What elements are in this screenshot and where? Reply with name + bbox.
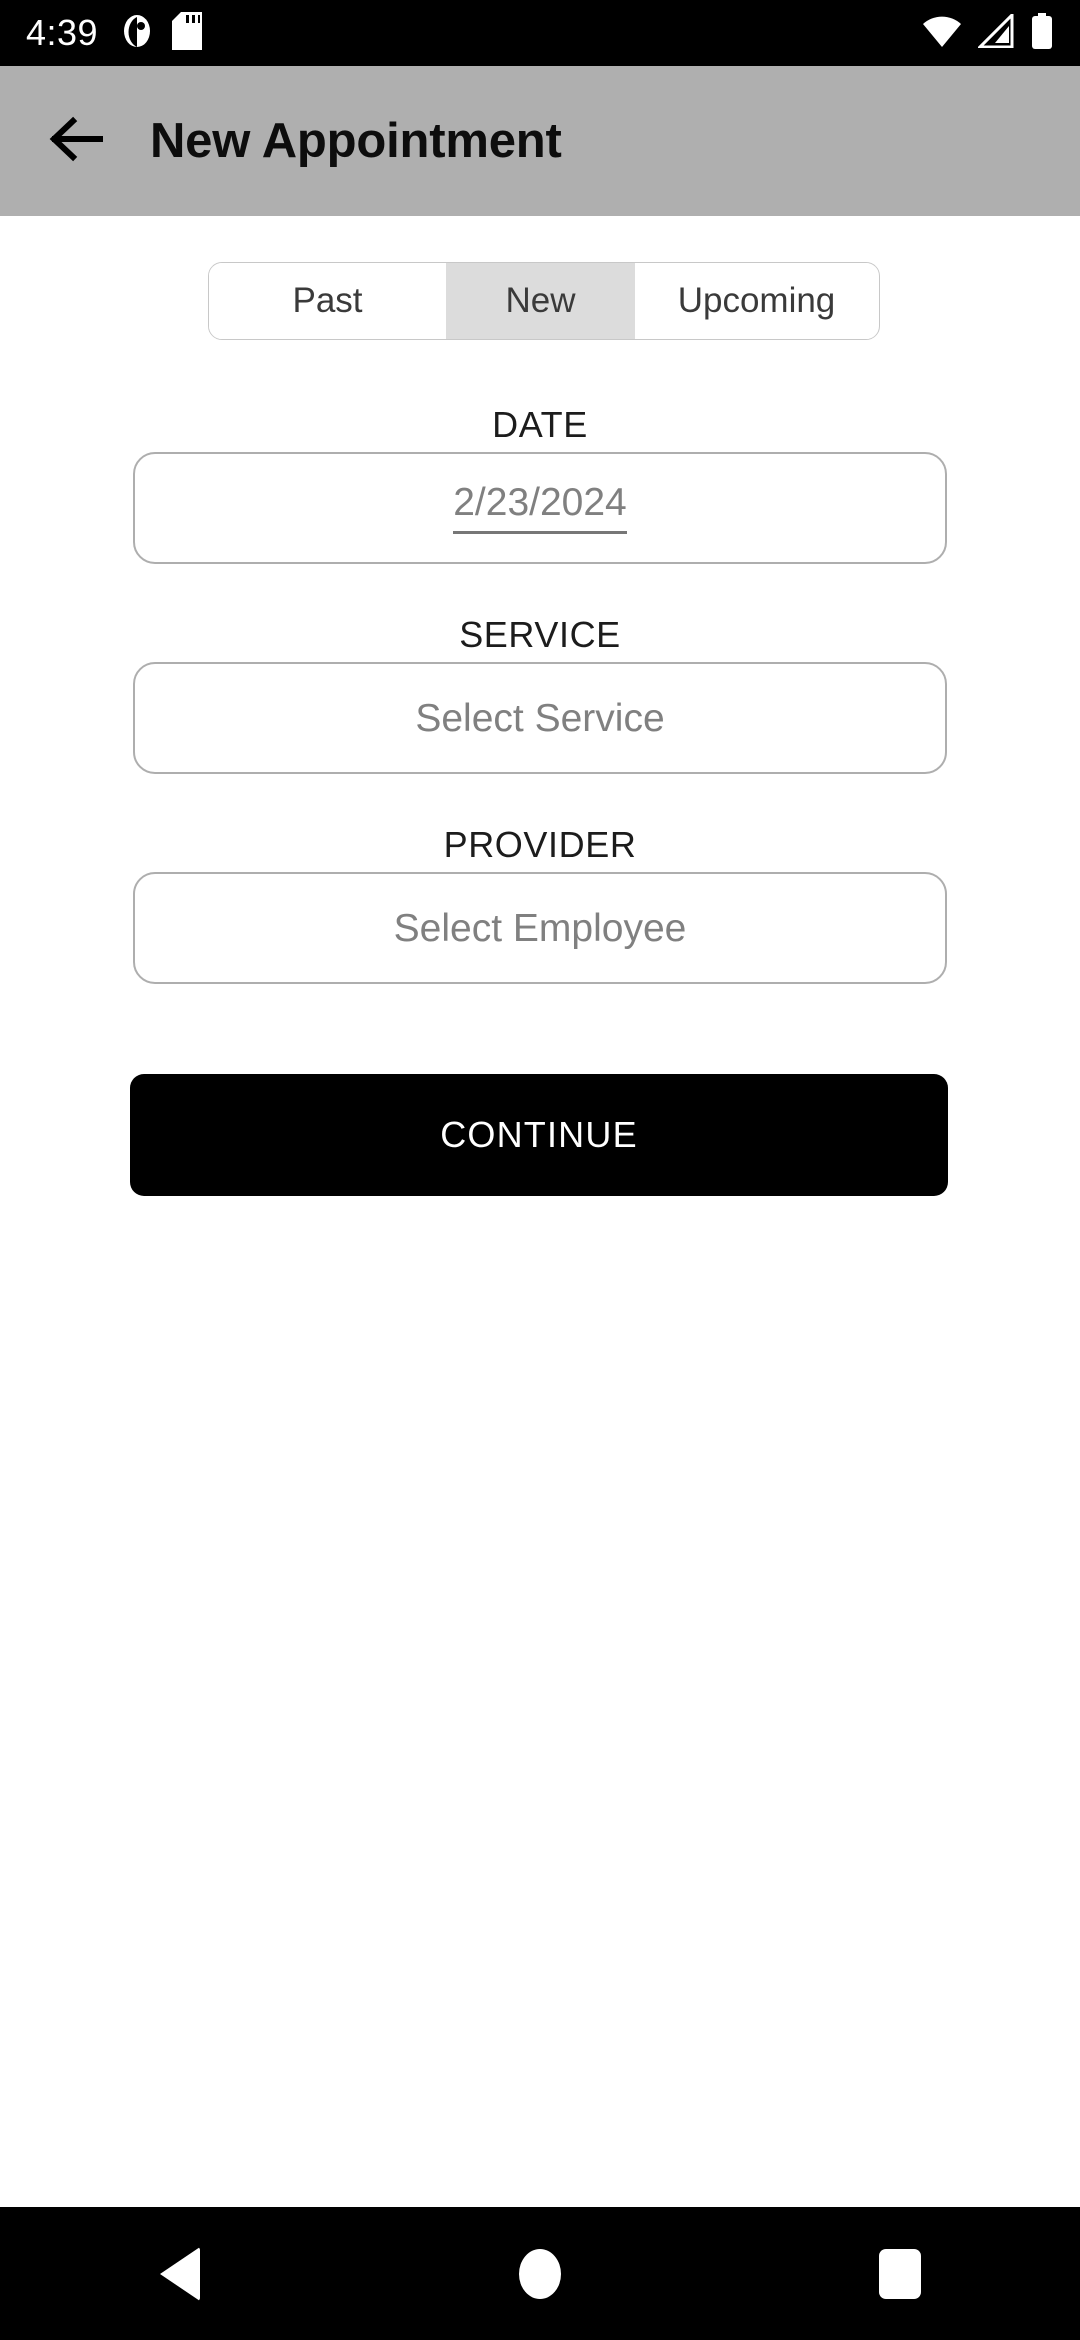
provider-select[interactable]: Select Employee [133, 872, 947, 984]
continue-button[interactable]: CONTINUE [130, 1074, 948, 1196]
status-bar: 4:39 [0, 0, 1080, 66]
status-bar-left-icons [120, 11, 203, 55]
tab-past[interactable]: Past [209, 263, 446, 339]
date-input[interactable]: 2/23/2024 [133, 452, 947, 564]
android-navigation-bar [0, 2207, 1080, 2340]
back-arrow-icon [45, 108, 107, 175]
date-input-value: 2/23/2024 [453, 483, 627, 534]
app-bar: New Appointment [0, 66, 1080, 216]
status-bar-clock: 4:39 [26, 12, 99, 53]
date-label: DATE [492, 404, 588, 445]
back-button[interactable] [24, 89, 128, 193]
nav-recents-button[interactable] [810, 2207, 990, 2340]
cellular-signal-icon [976, 10, 1014, 53]
page-title: New Appointment [150, 114, 562, 168]
battery-icon [1030, 12, 1054, 54]
tab-new[interactable]: New [446, 263, 635, 339]
status-bar-right-icons [922, 10, 1054, 54]
nav-home-button[interactable] [450, 2207, 630, 2340]
service-label: SERVICE [459, 614, 621, 655]
phone-screen: 4:39 New Appointment Past New Upcoming D… [0, 0, 1080, 2340]
wifi-icon [922, 14, 962, 53]
nav-home-circle-icon [519, 2248, 561, 2299]
nav-back-triangle-icon [160, 2246, 200, 2301]
sd-card-icon [172, 11, 203, 55]
tab-upcoming[interactable]: Upcoming [635, 263, 878, 339]
provider-select-value: Select Employee [393, 906, 687, 950]
service-select[interactable]: Select Service [133, 662, 947, 774]
do-not-disturb-icon [120, 14, 154, 53]
service-select-value: Select Service [415, 696, 665, 740]
appointment-filter-tabs: Past New Upcoming [208, 262, 880, 340]
nav-back-button[interactable] [90, 2207, 270, 2340]
nav-recents-square-icon [879, 2248, 921, 2299]
provider-label: PROVIDER [443, 824, 637, 865]
